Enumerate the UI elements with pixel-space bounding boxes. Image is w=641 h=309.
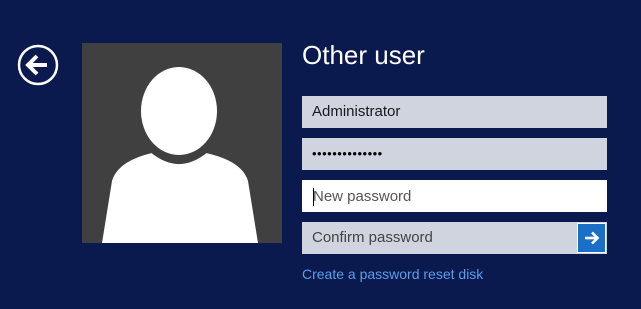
avatar [82,43,282,243]
username-field[interactable]: Administrator [302,96,607,128]
confirm-password-placeholder: Confirm password [312,229,433,246]
new-password-field[interactable]: New password [302,180,607,212]
create-password-reset-disk-link[interactable]: Create a password reset disk [302,265,483,283]
password-value: •••••••••••••• [312,146,383,161]
back-button[interactable] [17,44,59,86]
submit-button[interactable] [577,223,606,253]
back-arrow-circle-icon [17,44,59,86]
username-value: Administrator [312,103,401,120]
user-silhouette-icon [82,43,282,243]
page-title: Other user [302,40,425,70]
password-field[interactable]: •••••••••••••• [302,138,607,170]
new-password-placeholder: New password [313,188,412,205]
confirm-password-field[interactable]: Confirm password [302,222,607,254]
